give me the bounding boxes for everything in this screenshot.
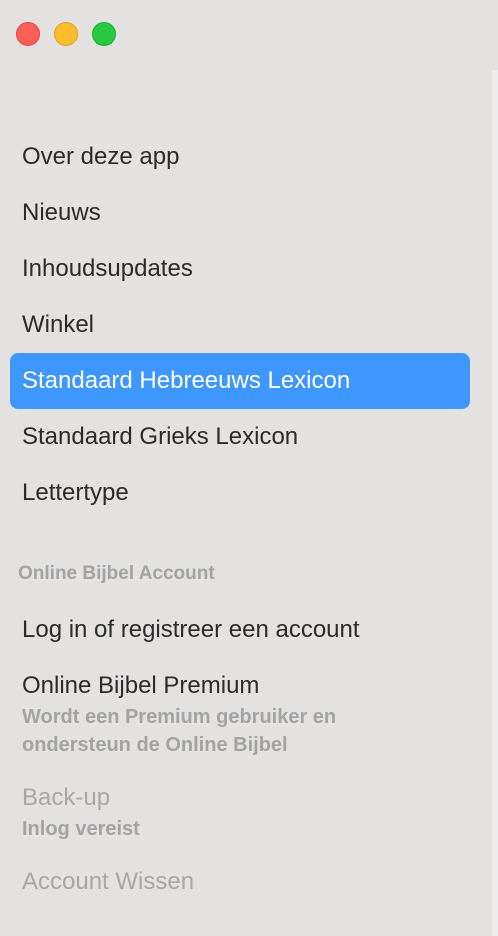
menu-item-about[interactable]: Over deze app bbox=[10, 129, 470, 185]
premium-description-line-1: Wordt een Premium gebruiker en bbox=[22, 706, 337, 728]
content-pane-edge bbox=[492, 70, 498, 936]
menu-item-store[interactable]: Winkel bbox=[10, 297, 470, 353]
minimize-window-button[interactable] bbox=[54, 22, 78, 46]
menu-item-font[interactable]: Lettertype bbox=[10, 465, 470, 521]
login-register-item[interactable]: Log in of registreer een account bbox=[22, 616, 360, 644]
menu-item-label: Nieuws bbox=[22, 199, 101, 226]
settings-sidebar-window: Over deze app Nieuws Inhoudsupdates Wink… bbox=[0, 0, 498, 936]
premium-item[interactable]: Online Bijbel Premium bbox=[22, 672, 259, 700]
menu-item-label: Winkel bbox=[22, 311, 95, 338]
backup-requirement-note: Inlog vereist bbox=[22, 818, 140, 840]
window-controls bbox=[16, 22, 116, 46]
menu-item-hebrew-lexicon[interactable]: Standaard Hebreeuws Lexicon bbox=[10, 353, 470, 409]
menu-item-label: Standaard Grieks Lexicon bbox=[22, 423, 299, 450]
menu-item-label: Standaard Hebreeuws Lexicon bbox=[22, 367, 351, 394]
delete-account-item: Account Wissen bbox=[22, 868, 195, 895]
menu-item-label: Lettertype bbox=[22, 479, 129, 506]
menu-item-content-updates[interactable]: Inhoudsupdates bbox=[10, 241, 470, 297]
premium-description-line-2: ondersteun de Online Bijbel bbox=[22, 734, 288, 756]
section-header-account: Online Bijbel Account bbox=[18, 563, 215, 584]
backup-item: Back-up bbox=[22, 784, 111, 811]
menu-item-label: Inhoudsupdates bbox=[22, 255, 193, 282]
menu-item-greek-lexicon[interactable]: Standaard Grieks Lexicon bbox=[10, 409, 470, 465]
settings-menu-list: Over deze app Nieuws Inhoudsupdates Wink… bbox=[10, 129, 470, 521]
close-window-button[interactable] bbox=[16, 22, 40, 46]
maximize-window-button[interactable] bbox=[92, 22, 116, 46]
menu-item-label: Over deze app bbox=[22, 143, 180, 170]
menu-item-news[interactable]: Nieuws bbox=[10, 185, 470, 241]
